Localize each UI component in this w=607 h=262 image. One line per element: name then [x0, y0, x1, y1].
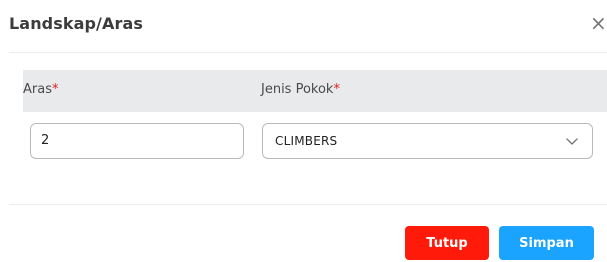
aras-input[interactable]: 2 — [30, 123, 244, 159]
chevron-down-icon — [566, 138, 578, 145]
tutup-button[interactable]: Tutup — [405, 226, 489, 260]
close-icon[interactable]: × — [590, 12, 607, 34]
table-header: Aras* Jenis Pokok* — [23, 70, 607, 112]
modal-title: Landskap/Aras — [9, 14, 143, 33]
footer-divider — [9, 204, 607, 205]
header-divider — [9, 52, 607, 53]
column-label-aras: Aras — [23, 82, 52, 97]
column-header-aras: Aras* — [23, 82, 58, 97]
landskap-aras-modal: Landskap/Aras × Aras* Jenis Pokok* 2 CLI… — [0, 0, 607, 262]
required-asterisk: * — [51, 82, 59, 97]
column-header-jenis-pokok: Jenis Pokok* — [261, 82, 340, 97]
simpan-button[interactable]: Simpan — [499, 226, 594, 260]
jenis-pokok-select[interactable]: CLIMBERS — [262, 123, 593, 159]
required-asterisk: * — [333, 82, 340, 97]
jenis-pokok-selected-value: CLIMBERS — [275, 134, 338, 148]
column-label-jenis-pokok: Jenis Pokok — [261, 82, 334, 97]
